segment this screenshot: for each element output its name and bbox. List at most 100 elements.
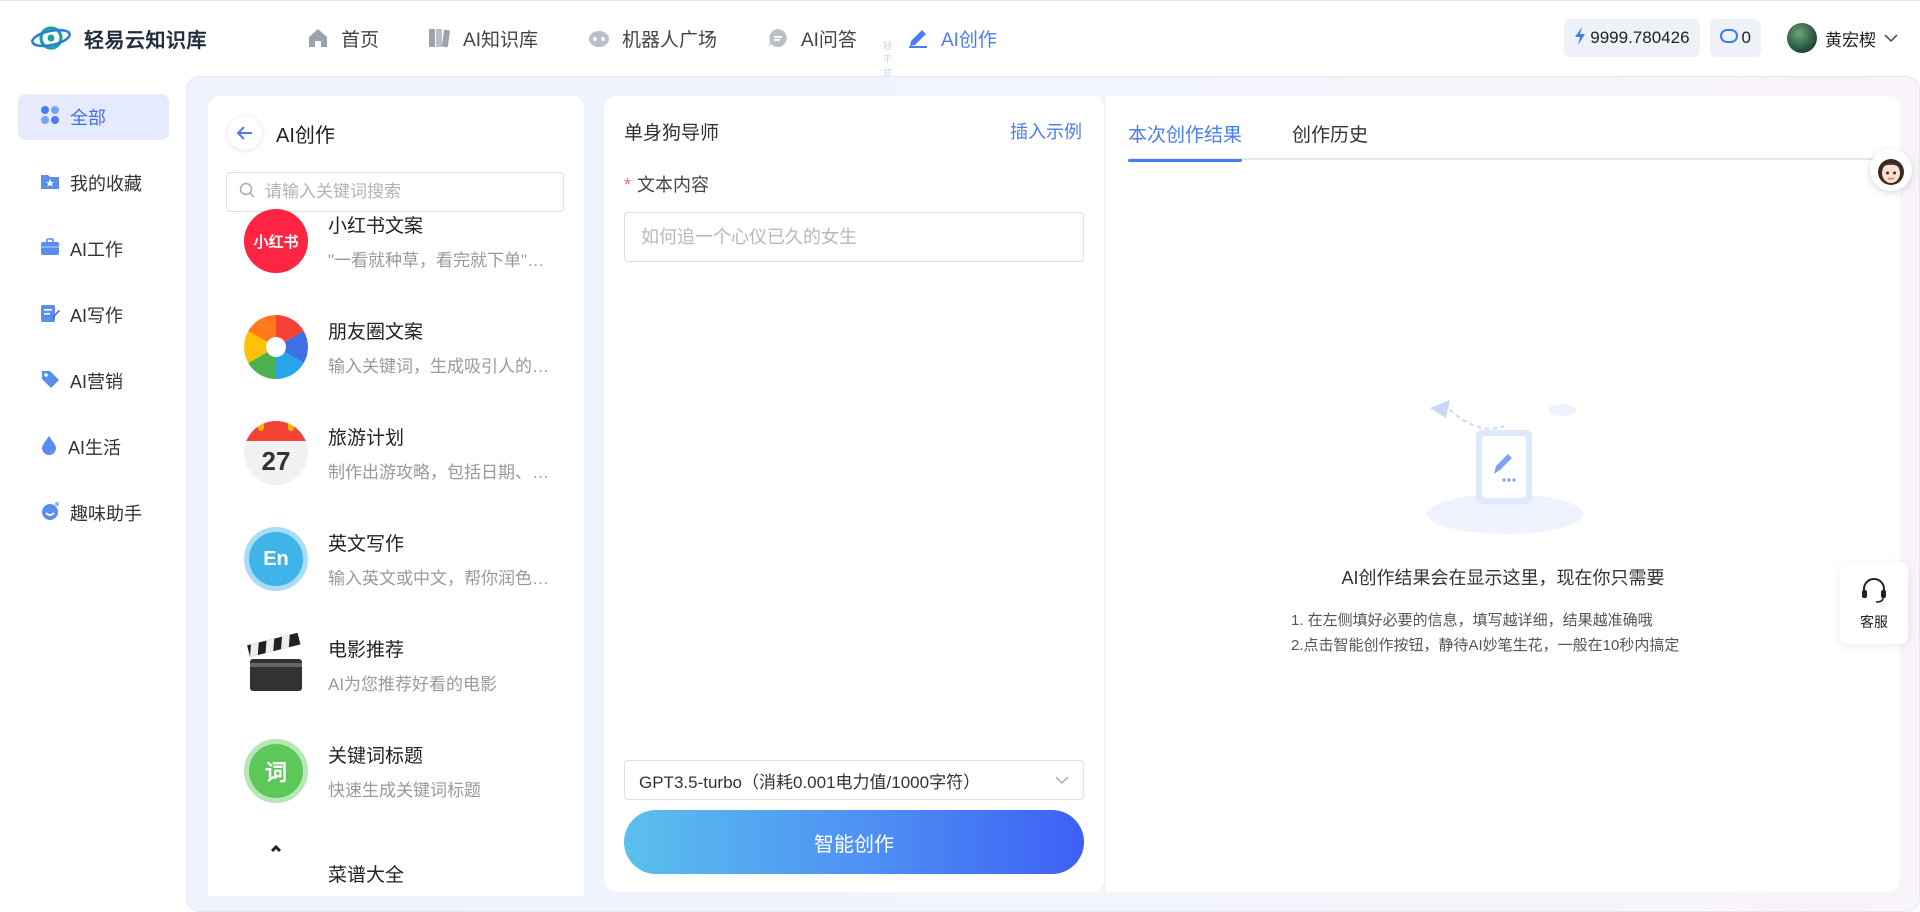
nav-ai-qa[interactable]: AI问答 轻平台 (765, 23, 892, 77)
home-icon (305, 25, 331, 51)
smart-create-button[interactable]: 智能创作 (624, 810, 1084, 874)
chat-icon (765, 25, 791, 51)
template-title: 小红书文案 (328, 216, 424, 237)
customer-service-label: 客服 (1860, 613, 1888, 630)
nav-ai-qa-label: AI问答 (800, 29, 857, 51)
star-folder-icon (40, 172, 60, 195)
assistant-face-icon (1878, 159, 1904, 185)
pen-icon (905, 25, 931, 51)
sidebar-item-ai-writing[interactable]: AI写作 (18, 292, 169, 338)
category-sidebar: 全部 我的收藏 AI工作 AI写作 AI营销 AI生活 趣味助手 (0, 76, 186, 912)
sidebar-item-label: AI营销 (70, 372, 124, 392)
creation-form-panel: 单身狗导师 插入示例 *文本内容 GPT3.5-turbo（消耗0.001电力值… (604, 96, 1104, 892)
recipe-icon (244, 845, 308, 896)
top-navbar: 轻易云知识库 首页 AI知识库 机器人广场 AI问答 轻平台 AI创作 9999… (0, 0, 1920, 77)
customer-service-button[interactable]: 客服 (1840, 562, 1908, 644)
nav-ai-create-label: AI创作 (940, 29, 997, 51)
sidebar-item-favorites[interactable]: 我的收藏 (18, 160, 169, 206)
sidebar-item-label: AI生活 (68, 438, 122, 458)
tip-line: 1. 在左侧填好必要的信息，填写越详细，结果越准确哦 (1291, 612, 1653, 629)
template-desc: "一看就种草，看完就下单"的小红书文案 (328, 251, 554, 270)
sidebar-item-ai-life[interactable]: AI生活 (18, 424, 169, 470)
template-item-travel[interactable]: 27 旅游计划制作出游攻略，包括日期、行程安排 (244, 418, 564, 488)
nav-home[interactable]: 首页 (305, 23, 379, 53)
account-area: 9999.780426 0 黄宏楔 (1564, 19, 1898, 57)
assistant-avatar-button[interactable] (1870, 149, 1912, 191)
result-tabs: 本次创作结果 创作历史 (1128, 120, 1900, 162)
insert-example-link[interactable]: 插入示例 (1010, 118, 1082, 144)
nav-ai-create[interactable]: AI创作 (905, 23, 997, 53)
sidebar-item-label: 我的收藏 (70, 174, 142, 194)
template-item-keyword-title[interactable]: 词 关键词标题 快速生成关键词标题 (244, 736, 564, 806)
template-item-xiaohongshu[interactable]: 小红书 小红书文案 "一看就种草，看完就下单"的小红书文案 (244, 206, 564, 276)
required-mark: * (624, 175, 632, 195)
nav-robot-plaza-label: 机器人广场 (621, 29, 717, 51)
sidebar-item-fun-assistant[interactable]: 趣味助手 (18, 490, 169, 536)
sidebar-item-label: AI工作 (70, 240, 124, 260)
edit-doc-icon (40, 303, 60, 328)
token-value: 0 (1741, 28, 1751, 47)
headset-icon (1859, 575, 1889, 608)
template-item-moments[interactable]: 朋友圈文案输入关键词，生成吸引人的朋友圈文案 (244, 312, 564, 382)
logo[interactable]: 轻易云知识库 (30, 23, 207, 53)
planet-logo-icon (31, 26, 71, 50)
template-title: 菜谱大全 (328, 864, 405, 886)
sidebar-item-label: AI写作 (70, 306, 124, 326)
sidebar-item-label: 全部 (70, 108, 106, 128)
user-menu[interactable]: 黄宏楔 (1787, 23, 1898, 53)
word-icon: 词 (244, 739, 308, 803)
nav-ai-qa-sub: 轻平台 (882, 41, 892, 77)
tag-icon (40, 369, 60, 394)
arrow-left-icon (236, 126, 252, 140)
model-select-value: GPT3.5-turbo（消耗0.001电力值/1000字符） (639, 772, 981, 792)
template-item-recipe[interactable]: 菜谱大全 (244, 842, 564, 896)
template-title: 旅游计划 (328, 428, 405, 449)
book-icon (427, 25, 453, 51)
template-item-movie[interactable]: 电影推荐 AI为您推荐好看的电影 (244, 630, 564, 700)
power-balance[interactable]: 9999.780426 (1564, 19, 1700, 57)
text-content-input[interactable] (624, 212, 1084, 262)
back-button[interactable] (228, 116, 262, 150)
text-content-label: * 文本内容 (624, 171, 709, 197)
chevron-down-icon (1055, 770, 1069, 790)
template-desc: 制作出游攻略，包括日期、行程安排 (328, 463, 554, 482)
brand-name: 轻易云知识库 (84, 29, 207, 52)
search-input[interactable] (265, 182, 545, 202)
template-title: 电影推荐 (328, 640, 405, 661)
chevron-down-icon (1884, 28, 1898, 48)
template-list-panel: AI创作 小红书 小红书文案 "一看就种草，看完就下单"的小红书文案 朋友圈文案输… (208, 96, 584, 896)
template-desc: 快速生成关键词标题 (328, 781, 481, 800)
empty-state-title: AI创作结果会在显示这里，现在你只需要 (1341, 568, 1665, 588)
search-icon (239, 182, 255, 203)
tab-current-result[interactable]: 本次创作结果 (1128, 120, 1243, 162)
template-item-english[interactable]: En 英文写作输入英文或中文，帮你润色英文文章 (244, 524, 564, 594)
sidebar-item-all[interactable]: 全部 (18, 94, 169, 140)
model-select[interactable]: GPT3.5-turbo（消耗0.001电力值/1000字符） (624, 760, 1084, 800)
token-icon (1719, 28, 1738, 48)
clapperboard-icon (244, 633, 308, 697)
form-title: 单身狗导师 (624, 123, 720, 144)
template-desc: 输入关键词，生成吸引人的朋友圈文案 (328, 357, 554, 376)
result-panel: 本次创作结果 创作历史 AI创作结果会在显示这里，现在你只需要 1. 在左侧填好… (1106, 96, 1900, 892)
grid-icon (40, 105, 60, 130)
template-desc: AI为您推荐好看的电影 (328, 675, 498, 694)
nav-robot-plaza[interactable]: 机器人广场 (586, 23, 717, 53)
list-header: AI创作 (228, 116, 335, 150)
nav-knowledge-base[interactable]: AI知识库 (427, 23, 538, 53)
calendar-date: 27 (261, 445, 291, 476)
nav-knowledge-base-label: AI知识库 (463, 29, 538, 51)
calendar-icon: 27 (244, 421, 308, 485)
empty-state-illustration (1420, 396, 1590, 541)
tab-history[interactable]: 创作历史 (1292, 120, 1368, 160)
token-balance[interactable]: 0 (1709, 19, 1761, 57)
english-icon: En (244, 527, 308, 591)
avatar (1787, 23, 1817, 53)
main-nav: 首页 AI知识库 机器人广场 AI问答 轻平台 AI创作 (305, 23, 1045, 77)
aperture-icon (244, 315, 308, 379)
text-content-label-text: 文本内容 (637, 175, 710, 195)
sidebar-item-ai-work[interactable]: AI工作 (18, 226, 169, 272)
power-value: 9999.780426 (1590, 28, 1690, 47)
briefcase-icon (40, 237, 60, 261)
lightning-icon (1574, 26, 1586, 50)
sidebar-item-ai-marketing[interactable]: AI营销 (18, 358, 169, 404)
